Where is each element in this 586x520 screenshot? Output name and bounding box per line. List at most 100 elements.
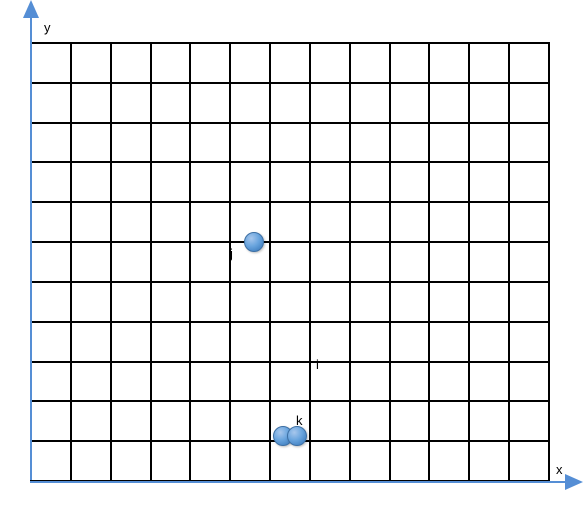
grid-cell xyxy=(429,322,469,362)
grid-cell xyxy=(390,282,430,322)
y-axis-label: y xyxy=(44,20,51,35)
grid-cell xyxy=(509,362,549,402)
grid-cell xyxy=(310,322,350,362)
grid-cell xyxy=(111,83,151,123)
grid-cell xyxy=(390,441,430,481)
grid-cell xyxy=(509,322,549,362)
grid-cell xyxy=(111,242,151,282)
arrow-right-icon xyxy=(565,474,583,490)
grid-cell xyxy=(270,242,310,282)
grid-cell xyxy=(429,441,469,481)
grid-cell xyxy=(31,43,71,83)
grid-cell xyxy=(350,322,390,362)
grid-cell xyxy=(31,282,71,322)
grid-cell xyxy=(429,202,469,242)
grid-cell xyxy=(71,441,111,481)
x-axis-label: x xyxy=(556,462,563,477)
grid-cell xyxy=(190,162,230,202)
grid-cell xyxy=(310,202,350,242)
grid-cell xyxy=(230,441,270,481)
grid-cell xyxy=(230,401,270,441)
point-i-label: i xyxy=(316,357,319,372)
grid-cell xyxy=(509,401,549,441)
grid-cell xyxy=(190,282,230,322)
grid-cell xyxy=(71,362,111,402)
grid-cell xyxy=(509,43,549,83)
grid-cell xyxy=(230,362,270,402)
grid-cell xyxy=(509,282,549,322)
grid-cell xyxy=(509,83,549,123)
grid-cell xyxy=(350,441,390,481)
grid-cell xyxy=(350,43,390,83)
y-axis-line xyxy=(30,10,32,480)
grid-cell xyxy=(71,282,111,322)
grid-cell xyxy=(190,43,230,83)
grid-cell xyxy=(390,162,430,202)
grid-cell xyxy=(390,401,430,441)
grid-cell xyxy=(270,202,310,242)
grid-cell xyxy=(190,242,230,282)
grid-cell xyxy=(71,83,111,123)
grid-cell xyxy=(31,401,71,441)
grid-cell xyxy=(469,162,509,202)
grid-cell xyxy=(190,83,230,123)
grid-cell xyxy=(230,282,270,322)
grid-cell xyxy=(350,123,390,163)
grid-cell xyxy=(429,362,469,402)
arrow-up-icon xyxy=(23,0,39,18)
grid-cell xyxy=(350,362,390,402)
grid-cell xyxy=(71,202,111,242)
grid-cell xyxy=(429,401,469,441)
grid-cell xyxy=(190,441,230,481)
grid-cell xyxy=(71,242,111,282)
grid-cell xyxy=(190,202,230,242)
grid-cell xyxy=(31,362,71,402)
grid-cell xyxy=(469,401,509,441)
grid-cell xyxy=(270,43,310,83)
grid-cell xyxy=(310,282,350,322)
grid-cell xyxy=(390,322,430,362)
grid-cell xyxy=(151,322,191,362)
grid-cell xyxy=(469,242,509,282)
grid-cell xyxy=(270,322,310,362)
grid-cell xyxy=(270,362,310,402)
grid-cell xyxy=(71,162,111,202)
grid-cell xyxy=(270,123,310,163)
grid-cell xyxy=(151,123,191,163)
grid-cell xyxy=(390,83,430,123)
grid-cell xyxy=(71,43,111,83)
grid-cell xyxy=(350,83,390,123)
grid-cell xyxy=(230,43,270,83)
grid-cell xyxy=(469,43,509,83)
grid-cell xyxy=(390,242,430,282)
grid-cell xyxy=(390,123,430,163)
grid-cell xyxy=(390,362,430,402)
grid-cell xyxy=(509,162,549,202)
grid-cell xyxy=(350,202,390,242)
grid xyxy=(30,42,550,482)
grid-cell xyxy=(270,282,310,322)
grid-cell xyxy=(390,202,430,242)
grid-cell xyxy=(31,83,71,123)
x-axis-line xyxy=(30,481,570,483)
grid-cell xyxy=(31,242,71,282)
grid-cell xyxy=(190,362,230,402)
grid-cell xyxy=(151,242,191,282)
grid-cell xyxy=(31,322,71,362)
grid-cell xyxy=(469,322,509,362)
grid-cell xyxy=(469,202,509,242)
grid-cell xyxy=(509,202,549,242)
grid-cell xyxy=(469,362,509,402)
grid-cell xyxy=(111,162,151,202)
grid-cell xyxy=(429,162,469,202)
grid-cell xyxy=(469,83,509,123)
grid-cell xyxy=(310,123,350,163)
grid-cell xyxy=(151,162,191,202)
grid-cell xyxy=(151,43,191,83)
grid-cell xyxy=(310,401,350,441)
grid-cell xyxy=(509,441,549,481)
grid-cell xyxy=(111,123,151,163)
grid-cell xyxy=(230,322,270,362)
grid-cell xyxy=(111,202,151,242)
grid-cell xyxy=(469,123,509,163)
